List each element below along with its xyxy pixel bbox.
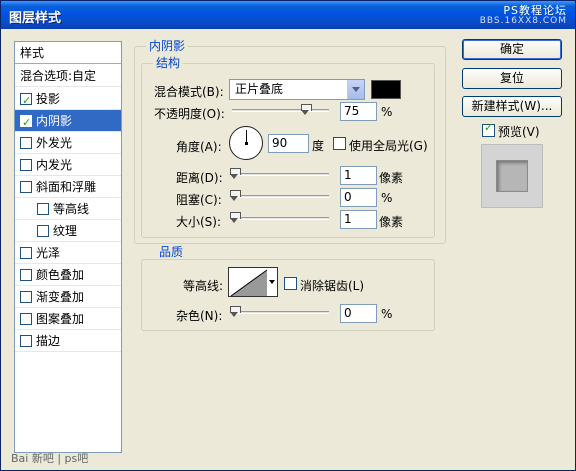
blend-mode-label: 混合模式(B): (154, 85, 224, 99)
style-item-label: 渐变叠加 (36, 290, 85, 304)
distance-unit: 像素 (379, 171, 404, 185)
opacity-unit: % (381, 105, 393, 119)
size-unit: 像素 (379, 215, 404, 229)
choke-slider-thumb[interactable] (230, 190, 241, 201)
inner-shadow-title: 内阴影 (146, 39, 189, 53)
outer-glow-checkbox[interactable] (20, 137, 32, 149)
inner-shadow-checkbox[interactable] (20, 112, 32, 134)
contour-checkbox[interactable] (37, 203, 49, 215)
opacity-slider-thumb[interactable] (301, 104, 312, 115)
size-slider-track[interactable] (232, 217, 329, 220)
choke-unit: % (381, 191, 393, 205)
noise-unit: % (381, 307, 393, 321)
style-item-texture[interactable]: 纹理 (15, 220, 121, 242)
style-item-label: 描边 (36, 334, 61, 348)
opacity-input[interactable]: 75 (340, 102, 377, 121)
blend-mode-select[interactable]: 正片叠底 (229, 79, 365, 100)
size-input[interactable]: 1 (340, 210, 377, 229)
blending-options-label: 混合选项:自定 (20, 69, 97, 83)
reset-button[interactable]: 复位 (462, 68, 562, 89)
contour-label: 等高线: (183, 279, 224, 293)
anti-alias-checkbox[interactable] (284, 277, 297, 290)
noise-slider-thumb[interactable] (230, 306, 241, 317)
title-bar[interactable]: 图层样式 PS教程论坛 BBS.16XX8.COM (1, 1, 575, 29)
size-slider-thumb[interactable] (230, 212, 241, 223)
noise-label: 杂色(N): (176, 309, 223, 323)
style-item-label: 等高线 (53, 202, 90, 216)
stroke-checkbox[interactable] (20, 335, 32, 347)
structure-title: 结构 (153, 56, 184, 70)
preview-checkbox[interactable] (482, 121, 495, 137)
style-item-drop-shadow[interactable]: 投影 (15, 88, 121, 112)
quality-title: 品质 (156, 245, 187, 259)
blend-color-swatch[interactable] (371, 80, 401, 99)
contour-dropdown-arrow[interactable] (267, 267, 278, 297)
choke-slider-track[interactable] (232, 195, 329, 198)
angle-input[interactable]: 90 (268, 134, 309, 153)
style-preview-thumbnail (481, 144, 543, 208)
chevron-down-icon (347, 80, 364, 99)
angle-unit: 度 (312, 139, 325, 153)
style-item-stroke[interactable]: 描边 (15, 330, 121, 352)
style-item-label: 颜色叠加 (36, 268, 85, 282)
opacity-label: 不透明度(O): (154, 107, 225, 121)
style-item-color-overlay[interactable]: 颜色叠加 (15, 264, 121, 286)
style-item-label: 投影 (36, 92, 61, 106)
style-list-header-label: 样式 (20, 46, 45, 60)
distance-slider-track[interactable] (232, 173, 329, 176)
global-light-label: 使用全局光(G) (349, 139, 428, 153)
contour-curve-icon (230, 269, 268, 297)
anti-alias-label: 消除锯齿(L) (300, 279, 365, 293)
style-item-pattern-overlay[interactable]: 图案叠加 (15, 308, 121, 330)
style-item-label: 斜面和浮雕 (36, 180, 97, 194)
ok-button[interactable]: 确定 (462, 39, 562, 60)
layer-style-dialog: 图层样式 PS教程论坛 BBS.16XX8.COM 样式 混合选项:自定 投影 … (0, 0, 576, 471)
angle-dial[interactable] (229, 126, 263, 160)
angle-label: 角度(A): (176, 140, 222, 154)
style-item-gradient-overlay[interactable]: 渐变叠加 (15, 286, 121, 308)
style-item-contour[interactable]: 等高线 (15, 198, 121, 220)
distance-slider-thumb[interactable] (230, 168, 241, 179)
style-item-label: 内发光 (36, 158, 73, 172)
blend-mode-value: 正片叠底 (235, 82, 284, 96)
contour-preview[interactable] (228, 267, 268, 297)
gradient-overlay-checkbox[interactable] (20, 291, 32, 303)
distance-label: 距离(D): (176, 171, 223, 185)
style-item-label: 内阴影 (36, 114, 73, 128)
style-item-label: 光泽 (36, 246, 61, 260)
texture-checkbox[interactable] (37, 225, 49, 237)
preview-label: 预览(V) (498, 125, 540, 139)
choke-label: 阻塞(C): (176, 193, 222, 207)
satin-checkbox[interactable] (20, 247, 32, 259)
style-list: 样式 混合选项:自定 投影 内阴影 外发光 内发光 斜面和浮雕 等高线 (14, 41, 122, 453)
drop-shadow-checkbox[interactable] (20, 90, 32, 112)
style-list-header[interactable]: 样式 (15, 42, 121, 64)
noise-slider-track[interactable] (232, 311, 329, 314)
size-label: 大小(S): (176, 215, 222, 229)
style-item-label: 外发光 (36, 136, 73, 150)
global-light-checkbox[interactable] (333, 137, 346, 150)
style-item-satin[interactable]: 光泽 (15, 242, 121, 264)
angle-center-dot (245, 142, 248, 145)
window-title: 图层样式 (9, 11, 62, 26)
preview-swatch (496, 160, 528, 192)
bevel-emboss-checkbox[interactable] (20, 181, 32, 193)
new-style-button[interactable]: 新建样式(W)... (462, 96, 562, 117)
style-item-label: 图案叠加 (36, 312, 85, 326)
choke-input[interactable]: 0 (340, 188, 377, 207)
pattern-overlay-checkbox[interactable] (20, 313, 32, 325)
inner-glow-checkbox[interactable] (20, 159, 32, 171)
style-item-inner-glow[interactable]: 内发光 (15, 154, 121, 176)
footer-watermark: Bai 新吧 | ps吧 (11, 452, 89, 465)
distance-input[interactable]: 1 (340, 166, 377, 185)
color-overlay-checkbox[interactable] (20, 269, 32, 281)
opacity-slider-track[interactable] (232, 109, 329, 112)
watermark-site-url: BBS.16XX8.COM (479, 16, 567, 26)
style-item-outer-glow[interactable]: 外发光 (15, 132, 121, 154)
noise-input[interactable]: 0 (340, 304, 377, 323)
style-item-label: 纹理 (53, 224, 78, 238)
style-item-inner-shadow[interactable]: 内阴影 (15, 110, 121, 134)
style-item-bevel-emboss[interactable]: 斜面和浮雕 (15, 176, 121, 198)
blending-options-item[interactable]: 混合选项:自定 (15, 65, 121, 87)
